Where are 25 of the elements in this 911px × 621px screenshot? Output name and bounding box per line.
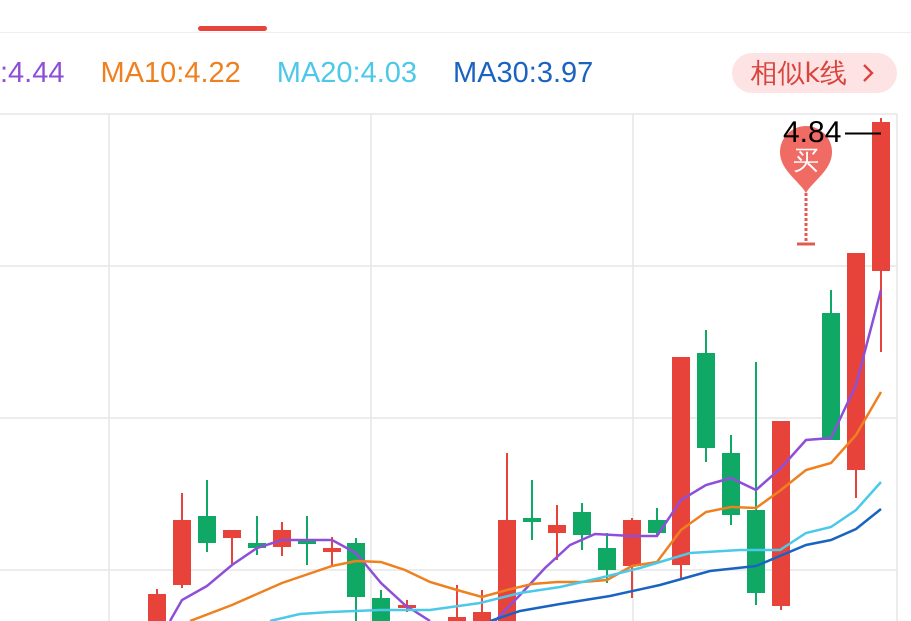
candlestick	[548, 505, 566, 560]
candlestick	[598, 533, 616, 583]
candlestick	[223, 530, 241, 565]
candlestick	[273, 522, 291, 556]
candlestick	[198, 480, 216, 552]
candlestick	[448, 585, 466, 621]
candlestick	[372, 590, 390, 621]
candlestick	[248, 516, 266, 555]
moving-average-label: MA20:4.03	[276, 56, 418, 90]
leader-line	[845, 132, 881, 135]
buy-marker-label: 买	[793, 148, 819, 174]
moving-average-label: :4.44	[0, 56, 64, 90]
candlestick	[573, 503, 591, 550]
tab-indicator	[198, 26, 267, 31]
candlestick	[148, 589, 166, 621]
candlestick	[323, 537, 341, 565]
similar-kline-button[interactable]: 相似k线	[732, 53, 897, 93]
candlestick	[298, 516, 316, 565]
moving-average-label: MA30:3.97	[453, 56, 594, 90]
candlestick	[648, 508, 666, 535]
candlestick	[473, 590, 491, 621]
moving-average-label: MA10:4.22	[100, 56, 241, 90]
chevron-right-icon	[861, 62, 875, 84]
candlestick	[523, 480, 541, 540]
candlestick	[398, 600, 416, 612]
